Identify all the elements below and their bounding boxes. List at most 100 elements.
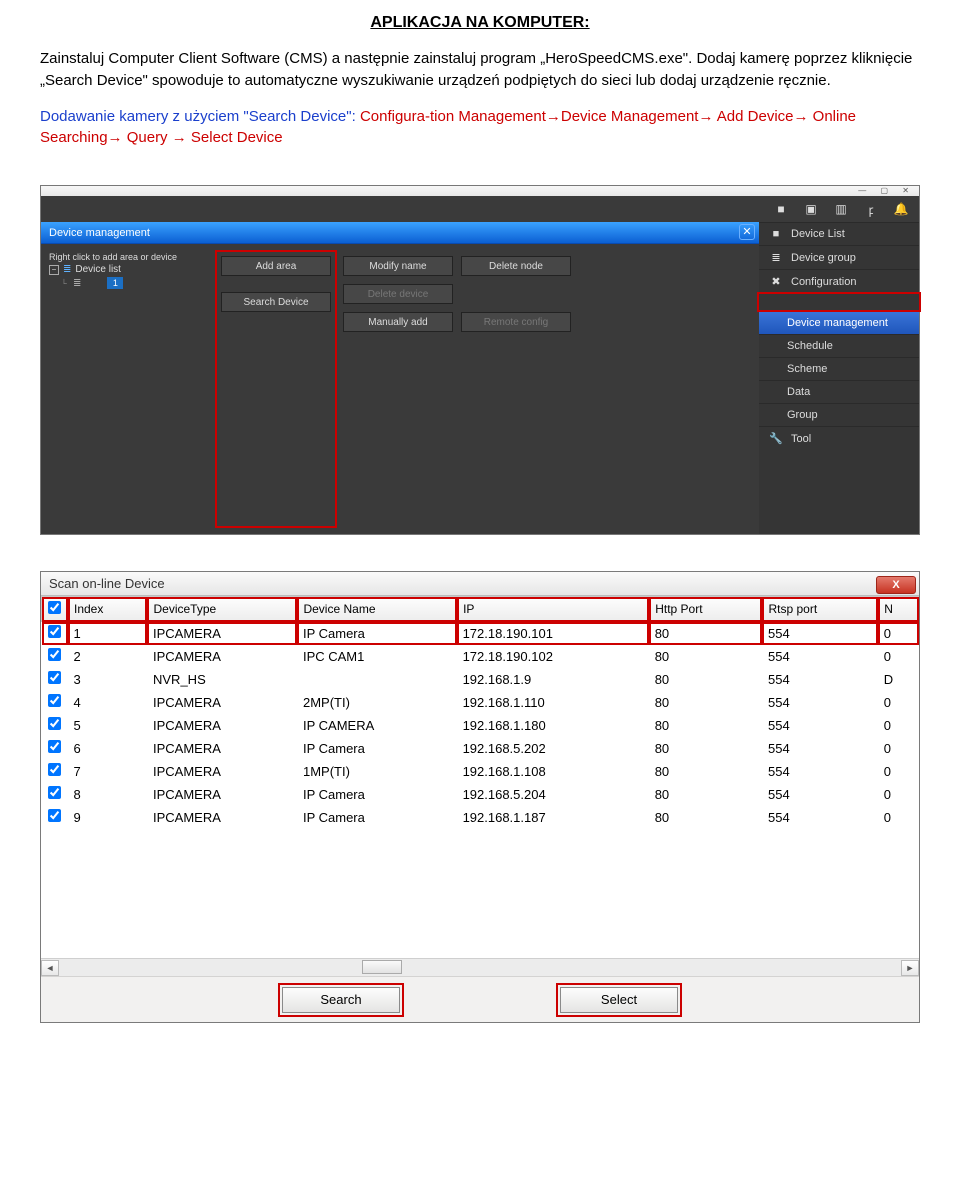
window-control-icons[interactable]: — ▢ ✕ [858, 186, 915, 195]
row-checkbox[interactable] [48, 671, 61, 684]
calendar-icon[interactable]: ▥ [833, 202, 849, 216]
table-row[interactable]: 8IPCAMERAIP Camera192.168.5.204805540 [42, 783, 919, 806]
nav-scheme[interactable]: Scheme [759, 357, 919, 380]
button-column-2: Modify name Delete device Manually add [343, 252, 453, 526]
nav-device-group[interactable]: ≣Device group [759, 245, 919, 269]
col-ip[interactable]: IP [457, 597, 649, 622]
cell-index: 6 [68, 737, 148, 760]
cell-rtsp: 554 [762, 622, 878, 645]
select-button[interactable]: Select [560, 987, 678, 1013]
horizontal-scrollbar[interactable]: ◄ ► [41, 958, 919, 976]
cell-type: IPCAMERA [147, 737, 297, 760]
table-row[interactable]: 1IPCAMERAIP Camera172.18.190.101805540 [42, 622, 919, 645]
nav-device-management[interactable]: Device management [759, 311, 919, 334]
table-row[interactable]: 6IPCAMERAIP Camera192.168.5.202805540 [42, 737, 919, 760]
col-httpport[interactable]: Http Port [649, 597, 762, 622]
col-rtspport[interactable]: Rtsp port [762, 597, 878, 622]
cell-rtsp: 554 [762, 714, 878, 737]
row-checkbox[interactable] [48, 740, 61, 753]
table-row[interactable]: 2IPCAMERAIPC CAM1172.18.190.102805540 [42, 645, 919, 668]
table-row[interactable]: 4IPCAMERA2MP(TI)192.168.1.110805540 [42, 691, 919, 714]
nav-tool[interactable]: 🔧Tool [759, 426, 919, 450]
delete-device-button: Delete device [343, 284, 453, 304]
key-icon[interactable]: ꝼ [863, 202, 879, 216]
row-checkbox[interactable] [48, 786, 61, 799]
cell-rtsp: 554 [762, 645, 878, 668]
cell-ip: 172.18.190.102 [457, 645, 649, 668]
scroll-left-icon[interactable]: ◄ [41, 960, 59, 976]
col-n[interactable]: N [878, 597, 919, 622]
cell-type: IPCAMERA [147, 783, 297, 806]
scroll-right-icon[interactable]: ► [901, 960, 919, 976]
cell-name: IP Camera [297, 783, 457, 806]
row-checkbox[interactable] [48, 717, 61, 730]
row-checkbox[interactable] [48, 648, 61, 661]
cell-name: IP Camera [297, 806, 457, 829]
modify-name-button[interactable]: Modify name [343, 256, 453, 276]
cell-index: 5 [68, 714, 148, 737]
list-icon: ≣ [769, 251, 783, 264]
folder-icon[interactable]: ▣ [803, 202, 819, 216]
cell-ip: 192.168.5.204 [457, 783, 649, 806]
row-checkbox[interactable] [48, 809, 61, 822]
col-devicename[interactable]: Device Name [297, 597, 457, 622]
doc-paragraph-1: Zainstaluj Computer Client Software (CMS… [40, 48, 920, 92]
cell-http: 80 [649, 645, 762, 668]
col-devicetype[interactable]: DeviceType [147, 597, 297, 622]
nav-device-list[interactable]: ■Device List [759, 222, 919, 245]
manually-add-button[interactable]: Manually add [343, 312, 453, 332]
cell-name: 2MP(TI) [297, 691, 457, 714]
cell-http: 80 [649, 806, 762, 829]
cell-name: IP Camera [297, 737, 457, 760]
delete-node-button[interactable]: Delete node [461, 256, 571, 276]
cell-name: 1MP(TI) [297, 760, 457, 783]
cell-n: 0 [878, 737, 919, 760]
table-row[interactable]: 9IPCAMERAIP Camera192.168.1.187805540 [42, 806, 919, 829]
row-checkbox[interactable] [48, 763, 61, 776]
search-device-button[interactable]: Search Device [221, 292, 331, 312]
cell-ip: 192.168.1.9 [457, 668, 649, 691]
close-icon[interactable]: X [876, 576, 916, 594]
cell-http: 80 [649, 783, 762, 806]
panel-close-icon[interactable]: ✕ [739, 224, 755, 240]
nav-configuration[interactable]: ✖Configuration [759, 269, 919, 293]
list-icon: ≣ [63, 264, 71, 275]
cell-type: IPCAMERA [147, 691, 297, 714]
tree-collapse-icon[interactable]: − [49, 265, 59, 275]
bell-icon[interactable]: 🔔 [893, 202, 909, 216]
table-row[interactable]: 7IPCAMERA1MP(TI)192.168.1.108805540 [42, 760, 919, 783]
nav-group[interactable]: Group [759, 403, 919, 426]
cell-rtsp: 554 [762, 806, 878, 829]
cell-index: 2 [68, 645, 148, 668]
cell-rtsp: 554 [762, 691, 878, 714]
camera-icon[interactable]: ■ [773, 202, 789, 216]
doc-title: APLIKACJA NA KOMPUTER: [0, 0, 960, 40]
nav-data[interactable]: Data [759, 380, 919, 403]
tree-hint: Right click to add area or device [49, 252, 209, 262]
cell-n: 0 [878, 714, 919, 737]
row-checkbox[interactable] [48, 694, 61, 707]
tree-child[interactable]: 1 [107, 277, 123, 289]
camera-icon: ■ [769, 228, 783, 240]
nav-schedule[interactable]: Schedule [759, 334, 919, 357]
row-checkbox[interactable] [48, 625, 61, 638]
table-row[interactable]: 3NVR_HS192.168.1.980554D [42, 668, 919, 691]
device-tree[interactable]: Right click to add area or device − ≣ De… [49, 252, 209, 526]
col-index[interactable]: Index [68, 597, 148, 622]
cell-n: D [878, 668, 919, 691]
app-window: — ▢ ✕ ■ ▣ ▥ ꝼ 🔔 Device management ✕ Righ… [40, 185, 920, 535]
cell-http: 80 [649, 737, 762, 760]
button-column-3: Delete node Remote config [461, 252, 571, 526]
cell-name [297, 668, 457, 691]
search-button[interactable]: Search [282, 987, 400, 1013]
table-row[interactable]: 5IPCAMERAIP CAMERA192.168.1.180805540 [42, 714, 919, 737]
add-area-button[interactable]: Add area [221, 256, 331, 276]
tree-root[interactable]: − ≣ Device list [49, 264, 209, 275]
scroll-thumb[interactable] [362, 960, 402, 974]
table-header-row: Index DeviceType Device Name IP Http Por… [42, 597, 919, 622]
cell-type: IPCAMERA [147, 622, 297, 645]
cell-ip: 192.168.1.108 [457, 760, 649, 783]
cell-http: 80 [649, 622, 762, 645]
tree-branch-icon: └ [59, 278, 69, 288]
header-checkbox[interactable] [42, 597, 68, 622]
